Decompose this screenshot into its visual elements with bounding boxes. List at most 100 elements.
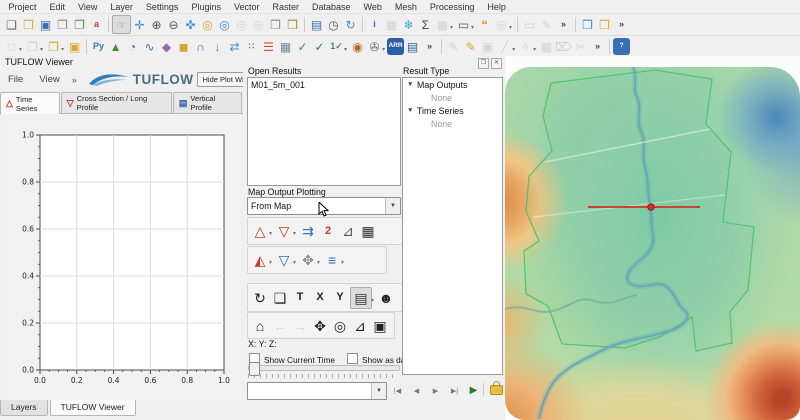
open-results-item[interactable]: M01_5m_001 xyxy=(248,78,400,92)
float-panel-button[interactable]: ❐ xyxy=(478,58,489,69)
pan-to-selection-icon[interactable]: ✛ xyxy=(131,16,148,33)
plot-save-icon[interactable]: ▣ xyxy=(370,316,390,336)
map-tips-icon[interactable]: ❝ xyxy=(476,16,493,33)
cs-plot-dropdown[interactable]: ▾ xyxy=(293,230,296,237)
paperclip-dropdown[interactable]: ▾ xyxy=(382,46,385,53)
menu-database[interactable]: Database xyxy=(306,2,358,12)
open-results-list[interactable]: M01_5m_001 xyxy=(247,77,401,186)
style-list-icon[interactable]: ☰ xyxy=(260,38,277,55)
panel-menu-file[interactable]: File xyxy=(0,74,31,85)
spatial-bookmarks-icon[interactable]: ▤ xyxy=(308,16,325,33)
toolbar1-overflow-2-icon[interactable]: » xyxy=(613,16,630,33)
depth-average-dropdown[interactable]: ▾ xyxy=(293,259,296,266)
new-layer-dropdown[interactable]: ▾ xyxy=(61,46,64,53)
menu-vector[interactable]: Vector xyxy=(227,2,266,12)
menu-layer[interactable]: Layer xyxy=(104,2,140,12)
tuflow-wave-icon[interactable]: ∿ xyxy=(141,38,158,55)
menu-raster[interactable]: Raster xyxy=(266,2,306,12)
time-series-plot[interactable]: 0.00.20.40.60.81.00.00.20.40.60.81.0 xyxy=(2,114,240,400)
cs-plot-icon[interactable]: ▽ xyxy=(274,221,294,241)
open-project-icon[interactable]: ❒ xyxy=(20,16,37,33)
statistical-summary-icon[interactable]: Σ xyxy=(417,16,434,33)
curtain-plot-icon[interactable]: ◭ xyxy=(250,250,270,270)
lock-icon[interactable] xyxy=(490,385,503,395)
style-manager-icon[interactable]: a xyxy=(88,16,105,33)
new-3d-map-view-icon[interactable]: ❒ xyxy=(284,16,301,33)
panel-menu-view[interactable]: View xyxy=(31,74,67,85)
timestep-combo[interactable]: ▼ xyxy=(247,382,387,400)
menu-view[interactable]: View xyxy=(72,2,104,12)
refresh-map-icon[interactable]: ↻ xyxy=(342,16,359,33)
menu-project[interactable]: Project xyxy=(2,2,43,12)
arr-bear-icon[interactable]: ◉ xyxy=(349,38,366,55)
flux-line-icon[interactable]: ⇉ xyxy=(298,221,318,241)
tab-time-series[interactable]: △Time Series xyxy=(0,92,60,115)
toolbar2-overflow-icon[interactable]: » xyxy=(421,38,438,55)
time-slider[interactable] xyxy=(248,365,400,371)
ts-plot-icon[interactable]: △ xyxy=(250,221,270,241)
particle-plot-icon[interactable]: ✥ xyxy=(298,250,318,270)
user-plot-settings-icon[interactable]: ☻ xyxy=(376,288,396,308)
cursor-trace-icon[interactable]: ⊿ xyxy=(338,221,358,241)
menu-edit[interactable]: Edit xyxy=(43,2,72,12)
plot-home-icon[interactable]: ⌂ xyxy=(250,316,270,336)
clear-plot-icon[interactable]: ❏ xyxy=(270,288,290,308)
shield-pen-icon[interactable]: ◆ xyxy=(158,38,175,55)
temporal-controller-icon[interactable]: ◷ xyxy=(325,16,342,33)
last-timestep-button[interactable]: ▶| xyxy=(446,383,463,398)
new-project-icon[interactable]: ❏ xyxy=(3,16,20,33)
menu-processing[interactable]: Processing xyxy=(423,2,481,12)
map-image-export-icon[interactable]: ▦ xyxy=(277,38,294,55)
map-canvas[interactable] xyxy=(505,56,800,420)
tree-expand-arrow[interactable]: ▼ xyxy=(407,107,417,114)
ts-plot-dropdown[interactable]: ▾ xyxy=(269,230,272,237)
toolbar2-overflow-2-icon[interactable]: » xyxy=(589,38,606,55)
t-axis-icon[interactable]: T xyxy=(290,288,310,308)
new-map-view-icon[interactable]: ❒ xyxy=(267,16,284,33)
depth-average-icon[interactable]: ▽ xyxy=(274,250,294,270)
tree-child-item[interactable]: None xyxy=(403,91,502,104)
check-files-gear-icon[interactable]: ✓ xyxy=(311,38,328,55)
pan-map-icon[interactable]: ☞ xyxy=(112,15,131,34)
zoom-to-selection-icon[interactable]: ◎ xyxy=(199,16,216,33)
tab-vertical-profile[interactable]: ▤Vertical Profile xyxy=(173,92,242,113)
python-console-icon[interactable]: Py xyxy=(90,38,107,55)
play-button[interactable]: ▶ xyxy=(465,383,482,398)
legend-toggle-icon[interactable]: ▤ xyxy=(350,287,372,309)
paperclip-icon[interactable]: ✇ xyxy=(366,38,383,55)
tree-expand-arrow[interactable]: ▼ xyxy=(407,81,417,88)
save-project-icon[interactable]: ▣ xyxy=(37,16,54,33)
tab-cross-section-long-profile[interactable]: ▽Cross Section / Long Profile xyxy=(61,92,172,113)
first-timestep-button[interactable]: |◀ xyxy=(389,383,406,398)
zoom-to-layer-icon[interactable]: ◎ xyxy=(216,16,233,33)
particle-plot-dropdown[interactable]: ▾ xyxy=(317,259,320,266)
layout-manager-icon[interactable]: ❐ xyxy=(71,16,88,33)
3d-plot-icon[interactable]: ≡ xyxy=(322,250,342,270)
notes-book-icon[interactable]: ▤ xyxy=(404,38,421,55)
plot-zoom-icon[interactable]: ◎ xyxy=(330,316,350,336)
zoom-full-icon[interactable]: ✜ xyxy=(182,16,199,33)
plot-pan-icon[interactable]: ✥ xyxy=(310,316,330,336)
data-source-manager-icon[interactable]: ❒ xyxy=(596,16,613,33)
combo-dropdown-arrow[interactable]: ▼ xyxy=(385,198,400,214)
check-files-icon[interactable]: ✓ xyxy=(294,38,311,55)
manage-layers-icon[interactable]: ❒ xyxy=(579,16,596,33)
arr-badge-icon[interactable]: ARR xyxy=(387,38,404,55)
zoom-in-icon[interactable]: ⊕ xyxy=(148,16,165,33)
cube-3d-icon[interactable]: ◼ xyxy=(175,38,192,55)
prev-timestep-button[interactable]: ◀ xyxy=(408,383,425,398)
timestep-combo-arrow[interactable]: ▼ xyxy=(371,383,386,399)
reload-results-icon[interactable]: ⇄ xyxy=(226,38,243,55)
menu-web[interactable]: Web xyxy=(357,2,388,12)
measure-dropdown[interactable]: ▾ xyxy=(471,24,474,31)
gauge-tool-icon[interactable]: ◔ xyxy=(124,38,141,55)
toolbar1-overflow-icon[interactable]: » xyxy=(555,16,572,33)
refresh-plot-icon[interactable]: ↻ xyxy=(250,288,270,308)
check-1d-integrity-icon[interactable]: 1✓ xyxy=(328,38,345,55)
x-axis-icon[interactable]: X xyxy=(310,288,330,308)
checkbox-box[interactable] xyxy=(347,353,358,364)
tcf-tool-icon[interactable]: ∷ xyxy=(243,38,260,55)
close-panel-button[interactable]: ✕ xyxy=(491,58,502,69)
toggle-editing-icon[interactable]: ✎ xyxy=(462,38,479,55)
menu-plugins[interactable]: Plugins xyxy=(185,2,228,12)
